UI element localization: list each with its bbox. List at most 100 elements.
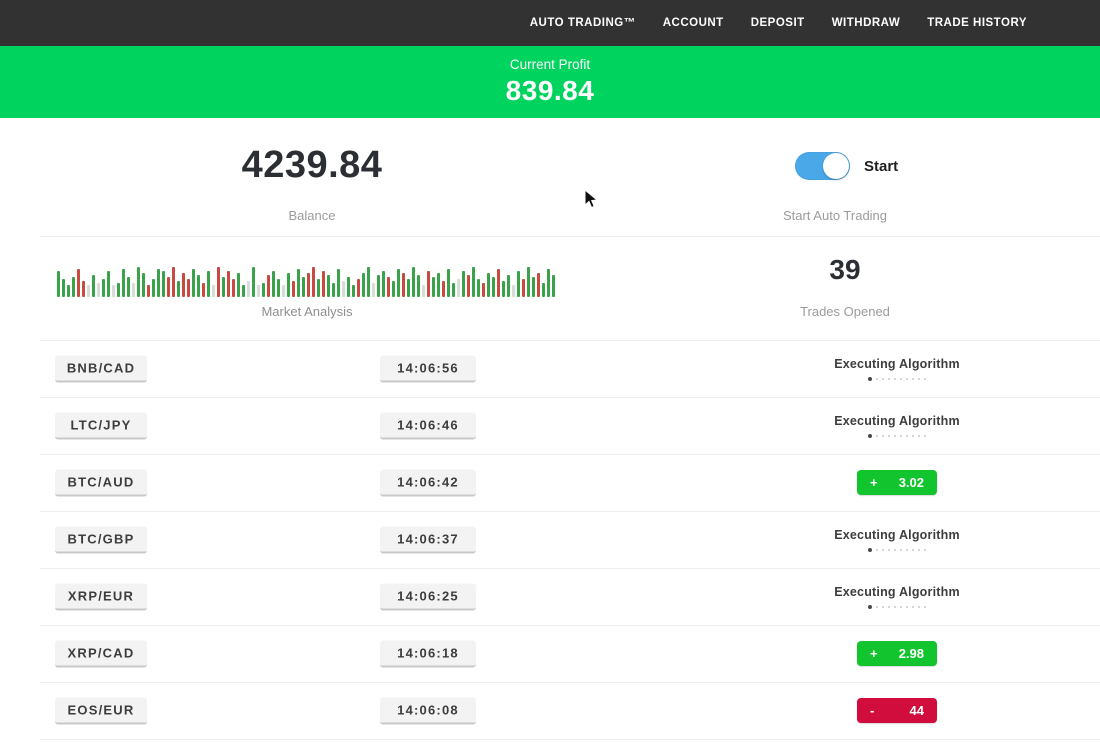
market-bar: [127, 277, 130, 297]
market-bar: [287, 273, 290, 297]
nav-item-trade-history[interactable]: TRADE HISTORY: [927, 17, 1027, 29]
progress-dot: [888, 606, 890, 608]
time-badge: 14:06:56: [380, 355, 476, 382]
market-bar: [437, 273, 440, 297]
market-bar: [537, 273, 540, 297]
market-bar: [532, 277, 535, 297]
market-bar: [417, 275, 420, 297]
trade-row: LTC/JPY14:06:46Executing Algorithm: [0, 397, 1100, 454]
section-divider: [40, 236, 1100, 237]
market-bar: [182, 273, 185, 297]
pl-amount: 44: [910, 703, 924, 718]
progress-dot: [894, 378, 896, 380]
pl-sign: +: [870, 646, 878, 661]
market-bar: [327, 275, 330, 297]
market-bar: [492, 277, 495, 297]
progress-dot: [876, 549, 878, 551]
progress-dot: [906, 606, 908, 608]
market-bar: [167, 277, 170, 297]
pair-badge: BTC/AUD: [55, 469, 147, 496]
market-bar: [192, 269, 195, 297]
market-bar: [402, 273, 405, 297]
progress-dot: [888, 549, 890, 551]
market-bar: [222, 277, 225, 297]
progress-dot: [876, 606, 878, 608]
market-bar: [92, 275, 95, 297]
market-bar: [512, 285, 515, 297]
market-bar: [62, 279, 65, 297]
nav-item-account[interactable]: ACCOUNT: [663, 17, 724, 29]
progress-dot: [868, 548, 872, 552]
top-nav: AUTO TRADING™ ACCOUNT DEPOSIT WITHDRAW TRADE…: [0, 0, 1100, 46]
pair-badge: EOS/EUR: [55, 697, 147, 724]
trade-row: BTC/AUD14:06:42+3.02: [0, 454, 1100, 511]
market-bar: [552, 275, 555, 297]
market-bar: [432, 277, 435, 297]
progress-dot: [912, 606, 914, 608]
time-badge: 14:06:25: [380, 583, 476, 610]
trade-row: BNB/CAD14:06:56Executing Algorithm: [0, 340, 1100, 397]
auto-trading-toggle[interactable]: [795, 152, 850, 180]
market-bar: [77, 269, 80, 297]
progress-dot: [912, 435, 914, 437]
market-bar: [132, 283, 135, 297]
trade-row: XRP/EUR14:06:25Executing Algorithm: [0, 568, 1100, 625]
market-bar: [242, 285, 245, 297]
market-bar: [527, 267, 530, 297]
market-bar: [112, 285, 115, 297]
market-bar: [67, 285, 70, 297]
time-badge: 14:06:08: [380, 697, 476, 724]
market-bar: [227, 271, 230, 297]
market-bar: [207, 271, 210, 297]
market-bar: [427, 271, 430, 297]
trade-status: Executing Algorithm: [787, 511, 1007, 568]
executing-algorithm-label: Executing Algorithm: [834, 528, 960, 542]
progress-dot: [924, 378, 926, 380]
profit-badge: +2.98: [857, 641, 937, 666]
market-bar: [252, 267, 255, 297]
market-bar: [152, 279, 155, 297]
market-bar: [272, 271, 275, 297]
market-bar: [542, 283, 545, 297]
progress-dot: [918, 378, 920, 380]
market-bar: [457, 279, 460, 297]
trade-status: +3.02: [787, 454, 1007, 511]
progress-dot: [912, 378, 914, 380]
progress-dot: [918, 606, 920, 608]
nav-item-withdraw[interactable]: WITHDRAW: [832, 17, 901, 29]
market-bar: [177, 281, 180, 297]
progress-dot: [882, 378, 884, 380]
market-bar: [382, 271, 385, 297]
market-bar: [442, 281, 445, 297]
progress-dot: [888, 435, 890, 437]
market-bar: [352, 285, 355, 297]
market-bar: [507, 275, 510, 297]
nav-item-auto-trading[interactable]: AUTO TRADING™: [530, 17, 636, 29]
market-bar: [162, 271, 165, 297]
progress-dot: [882, 606, 884, 608]
balance-value: 4239.84: [62, 144, 562, 187]
market-bar: [312, 267, 315, 297]
trade-row: BTC/GBP14:06:37Executing Algorithm: [0, 511, 1100, 568]
market-bar: [502, 281, 505, 297]
market-analysis-label: Market Analysis: [57, 304, 557, 319]
progress-dot: [888, 378, 890, 380]
progress-dot: [882, 549, 884, 551]
market-bar: [247, 281, 250, 297]
market-bar: [147, 285, 150, 297]
market-bar: [412, 267, 415, 297]
market-analysis-chart: [57, 257, 562, 297]
market-bar: [187, 279, 190, 297]
market-bar: [487, 273, 490, 297]
loss-badge: -44: [857, 698, 937, 723]
progress-dot: [876, 378, 878, 380]
market-bar: [357, 279, 360, 297]
nav-item-deposit[interactable]: DEPOSIT: [751, 17, 805, 29]
trade-row: EOS/EUR 14:06:08 -44: [0, 682, 1100, 739]
market-bar: [277, 279, 280, 297]
progress-dots: [868, 605, 926, 609]
progress-dot: [868, 377, 872, 381]
market-bar: [337, 269, 340, 297]
auto-trading-caption: Start Auto Trading: [735, 208, 935, 223]
market-bar: [107, 271, 110, 297]
